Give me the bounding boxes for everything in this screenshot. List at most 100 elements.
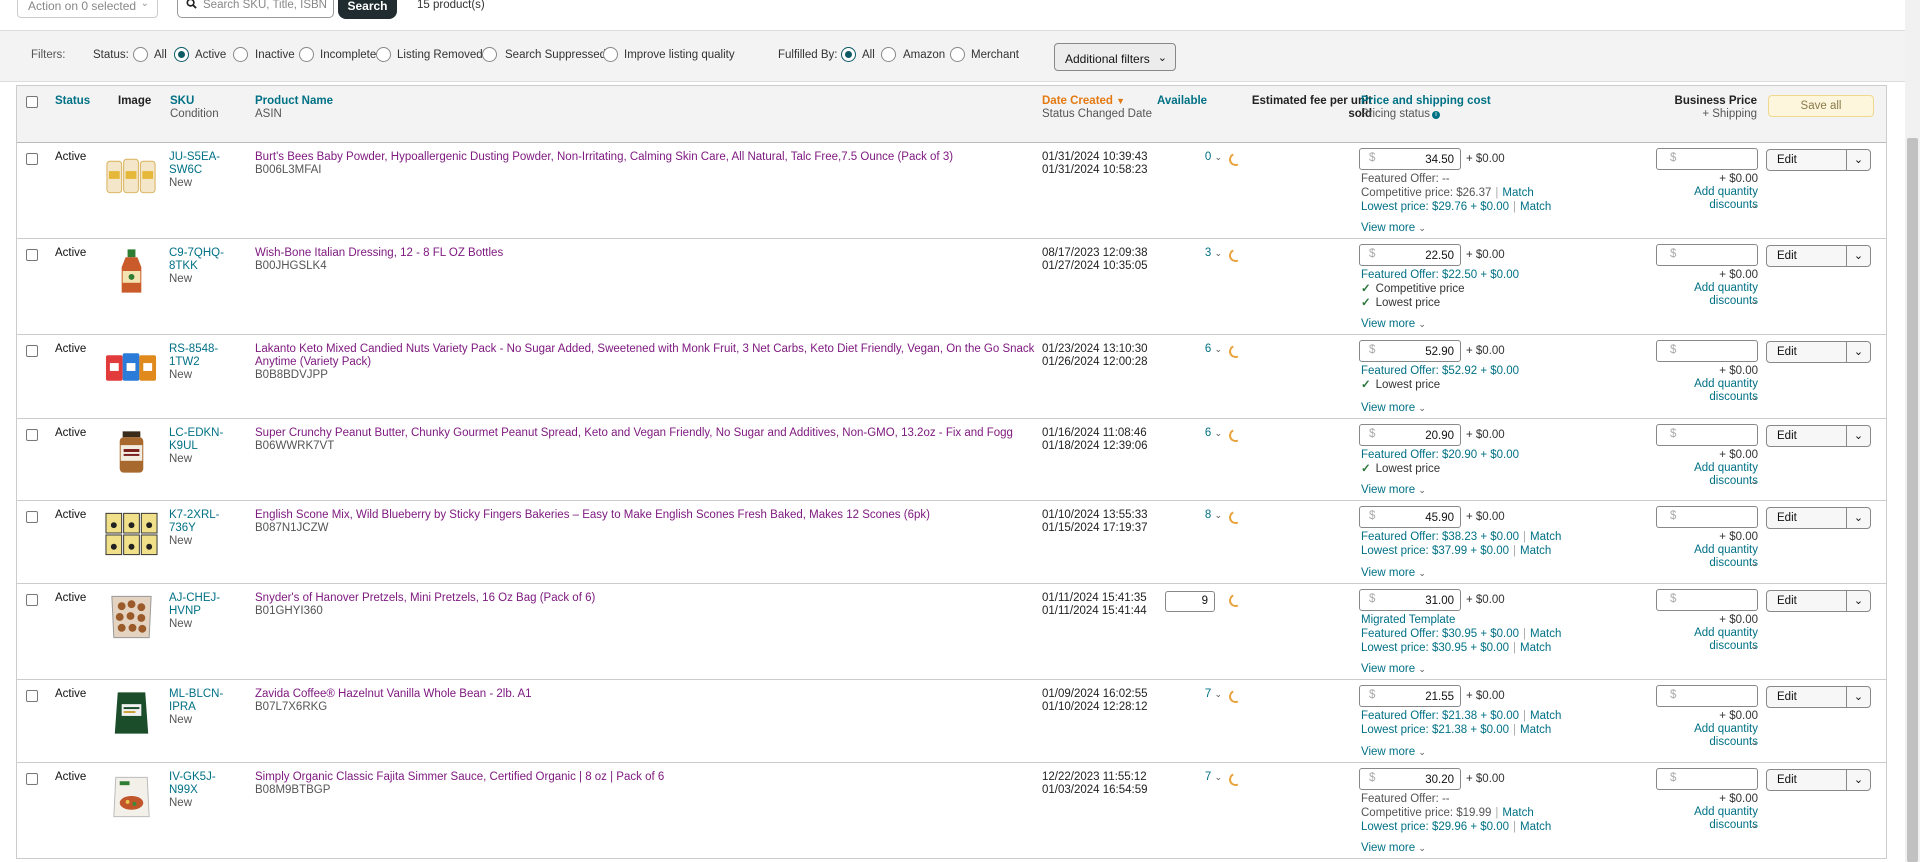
chevron-down-icon[interactable]: ⌄	[1750, 475, 1758, 488]
chevron-down-icon[interactable]: ⌄	[1750, 391, 1758, 404]
product-image[interactable]	[104, 343, 159, 391]
col-price[interactable]: Price and shipping cost Pricing status i	[1361, 95, 1491, 121]
edit-button[interactable]: Edit ⌄	[1766, 507, 1871, 529]
row-checkbox[interactable]	[26, 249, 38, 261]
product-name-link[interactable]: Snyder's of Hanover Pretzels, Mini Pretz…	[255, 592, 1050, 605]
product-name-link[interactable]: Wish-Bone Italian Dressing, 12 - 8 FL OZ…	[255, 247, 1050, 260]
col-date-created[interactable]: Date Created ▼ Status Changed Date	[1042, 95, 1152, 121]
edit-button[interactable]: Edit ⌄	[1766, 341, 1871, 363]
match-price-link[interactable]: Match	[1502, 187, 1533, 199]
product-name-link[interactable]: Lakanto Keto Mixed Candied Nuts Variety …	[255, 343, 1050, 369]
add-quantity-discounts-link[interactable]: Add quantity discounts	[1646, 462, 1758, 488]
view-more-link[interactable]: View more ⌄	[1361, 663, 1426, 676]
row-checkbox[interactable]	[26, 153, 38, 165]
match-price-link[interactable]: Match	[1530, 710, 1561, 722]
edit-button[interactable]: Edit ⌄	[1766, 686, 1871, 708]
chevron-down-icon[interactable]: ⌄	[1750, 295, 1758, 308]
sku-link[interactable]: C9-7QHQ-8TKK	[169, 247, 231, 273]
add-quantity-discounts-link[interactable]: Add quantity discounts	[1646, 186, 1758, 212]
product-image[interactable]	[104, 151, 159, 199]
business-price-input[interactable]: $	[1656, 506, 1758, 528]
chevron-down-icon[interactable]: ⌄	[1750, 557, 1758, 570]
search-button[interactable]: Search	[338, 0, 397, 19]
sku-link[interactable]: RS-8548-1TW2	[169, 343, 231, 369]
available-quantity-link[interactable]: 7 ⌄	[1187, 771, 1222, 784]
business-price-input[interactable]: $	[1656, 424, 1758, 446]
view-more-link[interactable]: View more ⌄	[1361, 222, 1426, 235]
available-quantity-link[interactable]: 7 ⌄	[1187, 688, 1222, 701]
business-price-input[interactable]: $	[1656, 244, 1758, 266]
chevron-down-icon[interactable]: ⌄	[1846, 342, 1870, 362]
match-price-link[interactable]: Match	[1502, 807, 1533, 819]
chevron-down-icon[interactable]: ⌄	[1846, 591, 1870, 611]
scrollbar-thumb[interactable]	[1907, 138, 1918, 862]
add-quantity-discounts-link[interactable]: Add quantity discounts	[1646, 806, 1758, 832]
sku-link[interactable]: K7-2XRL-736Y	[169, 509, 231, 535]
edit-button[interactable]: Edit ⌄	[1766, 769, 1871, 791]
price-input[interactable]: $20.90	[1359, 424, 1461, 446]
view-more-link[interactable]: View more ⌄	[1361, 318, 1426, 331]
product-image[interactable]	[104, 247, 159, 295]
sku-link[interactable]: LC-EDKN-K9UL	[169, 427, 231, 453]
price-input[interactable]: $21.55	[1359, 685, 1461, 707]
available-quantity-link[interactable]: 6 ⌄	[1187, 427, 1222, 440]
sku-link[interactable]: IV-GK5J-N99X	[169, 771, 231, 797]
price-input[interactable]: $31.00	[1359, 589, 1461, 611]
view-more-link[interactable]: View more ⌄	[1361, 842, 1426, 855]
product-image[interactable]	[104, 592, 159, 640]
product-name-link[interactable]: Zavida Coffee® Hazelnut Vanilla Whole Be…	[255, 688, 1050, 701]
add-quantity-discounts-link[interactable]: Add quantity discounts	[1646, 723, 1758, 749]
available-quantity-link[interactable]: 8 ⌄	[1187, 509, 1222, 522]
match-price-link[interactable]: Match	[1530, 628, 1561, 640]
product-name-link[interactable]: Burt's Bees Baby Powder, Hypoallergenic …	[255, 151, 1050, 164]
status-radio-2[interactable]	[233, 47, 248, 62]
status-radio-6[interactable]	[603, 47, 618, 62]
business-price-input[interactable]: $	[1656, 340, 1758, 362]
price-input[interactable]: $22.50	[1359, 244, 1461, 266]
select-all-checkbox[interactable]	[26, 96, 38, 108]
match-price-link[interactable]: Match	[1530, 531, 1561, 543]
row-checkbox[interactable]	[26, 594, 38, 606]
add-quantity-discounts-link[interactable]: Add quantity discounts	[1646, 282, 1758, 308]
product-image[interactable]	[104, 427, 159, 475]
add-quantity-discounts-link[interactable]: Add quantity discounts	[1646, 378, 1758, 404]
status-radio-1[interactable]	[174, 47, 189, 62]
col-available[interactable]: Available	[1157, 95, 1207, 108]
row-checkbox[interactable]	[26, 773, 38, 785]
view-more-link[interactable]: View more ⌄	[1361, 746, 1426, 759]
match-price-link[interactable]: Match	[1520, 642, 1551, 654]
available-quantity-link[interactable]: 0 ⌄	[1187, 151, 1222, 164]
row-checkbox[interactable]	[26, 690, 38, 702]
fulfilled-radio-1[interactable]	[881, 47, 896, 62]
sku-link[interactable]: ML-BLCN-IPRA	[169, 688, 231, 714]
col-status[interactable]: Status	[55, 95, 90, 108]
available-quantity-input[interactable]: 9	[1165, 591, 1215, 612]
chevron-down-icon[interactable]: ⌄	[1846, 426, 1870, 446]
view-more-link[interactable]: View more ⌄	[1361, 484, 1426, 497]
product-image[interactable]	[104, 771, 159, 819]
edit-button[interactable]: Edit ⌄	[1766, 590, 1871, 612]
add-quantity-discounts-link[interactable]: Add quantity discounts	[1646, 544, 1758, 570]
available-quantity-link[interactable]: 6 ⌄	[1187, 343, 1222, 356]
chevron-down-icon[interactable]: ⌄	[1750, 819, 1758, 832]
product-name-link[interactable]: English Scone Mix, Wild Blueberry by Sti…	[255, 509, 1050, 522]
col-product-name[interactable]: Product Name ASIN	[255, 95, 333, 121]
business-price-input[interactable]: $	[1656, 685, 1758, 707]
price-input[interactable]: $52.90	[1359, 340, 1461, 362]
chevron-down-icon[interactable]: ⌄	[1846, 508, 1870, 528]
product-image[interactable]	[104, 688, 159, 736]
status-radio-5[interactable]	[482, 47, 497, 62]
add-quantity-discounts-link[interactable]: Add quantity discounts	[1646, 627, 1758, 653]
chevron-down-icon[interactable]: ⌄	[1846, 770, 1870, 790]
info-icon[interactable]: i	[1432, 111, 1441, 119]
chevron-down-icon[interactable]: ⌄	[1750, 736, 1758, 749]
business-price-input[interactable]: $	[1656, 768, 1758, 790]
col-sku[interactable]: SKU Condition	[170, 95, 219, 121]
status-radio-0[interactable]	[133, 47, 148, 62]
product-name-link[interactable]: Simply Organic Classic Fajita Simmer Sau…	[255, 771, 1050, 784]
match-price-link[interactable]: Match	[1520, 821, 1551, 833]
additional-filters-button[interactable]: Additional filters ⌄	[1054, 43, 1176, 71]
chevron-down-icon[interactable]: ⌄	[1750, 199, 1758, 212]
edit-button[interactable]: Edit ⌄	[1766, 245, 1871, 267]
search-input[interactable]: Search SKU, Title, ISBN	[177, 0, 334, 18]
